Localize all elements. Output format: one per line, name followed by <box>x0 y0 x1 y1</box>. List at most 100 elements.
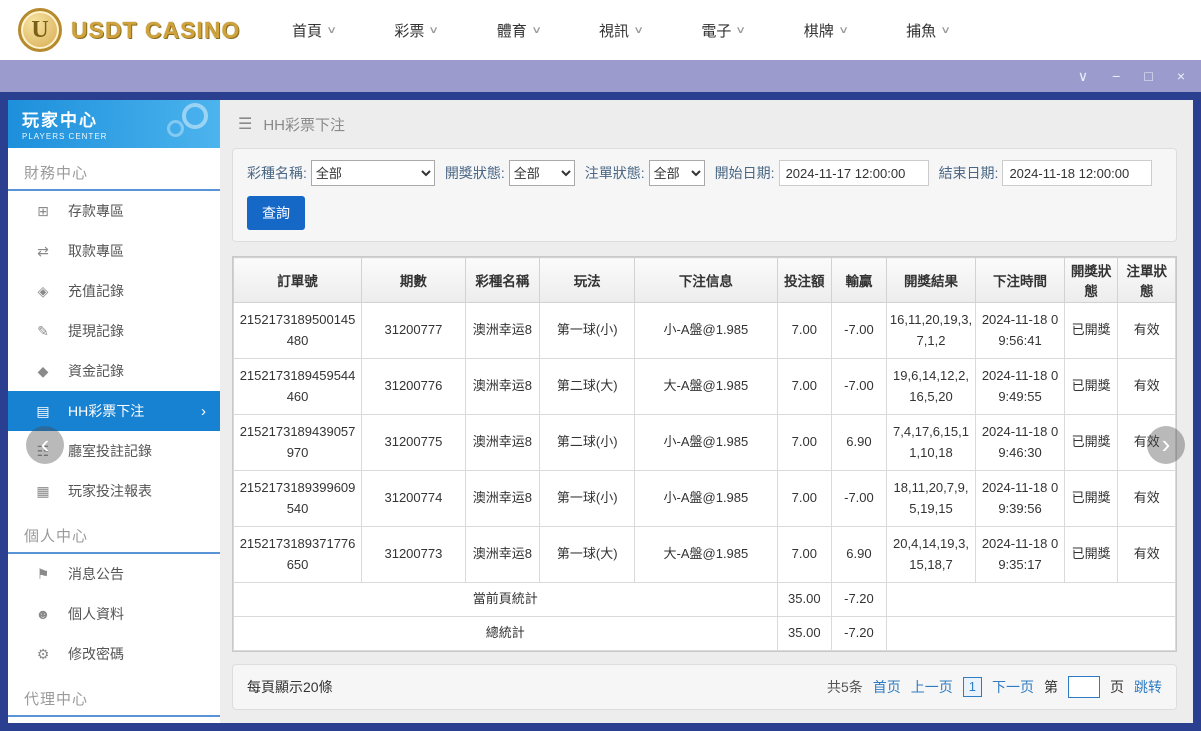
table-cell: 第一球(小) <box>539 302 636 359</box>
chevron-right-icon: › <box>201 402 206 420</box>
end-date-input[interactable] <box>1002 160 1153 186</box>
sidebar-item-announcements[interactable]: ⚑ 消息公告 <box>8 554 220 594</box>
table-cell: 7.00 <box>776 470 833 527</box>
close-icon[interactable]: × <box>1177 69 1185 83</box>
table-cell: 澳洲幸运8 <box>464 526 541 583</box>
total-stats-row: 總統計 35.00 -7.20 <box>233 616 1177 651</box>
table-cell: 2024-11-18 09:46:30 <box>975 414 1065 471</box>
table-cell: -7.00 <box>831 302 887 359</box>
page-stats-label: 當前頁統計 <box>233 582 778 617</box>
table-cell: 18,11,20,7,9,5,19,15 <box>885 470 977 527</box>
nav-item-fishing[interactable]: 捕魚 ∨ <box>906 20 952 41</box>
bet-status-select[interactable]: 全部 <box>648 160 705 186</box>
page-stats-win-loss: -7.20 <box>831 582 887 617</box>
table-cell: 31200773 <box>361 526 466 583</box>
sidebar-item-hh-lottery-bets[interactable]: ▤ HH彩票下注 › <box>8 391 220 431</box>
table-cell: 澳洲幸运8 <box>464 302 541 359</box>
section-title-agent: 代理中心 <box>8 674 220 717</box>
chevron-down-icon: ∨ <box>326 24 338 36</box>
nav-item-sports[interactable]: 體育 ∨ <box>497 20 542 41</box>
total-stats-win-loss: -7.20 <box>831 616 887 651</box>
nav-item-live-video[interactable]: 視訊 ∨ <box>599 20 645 41</box>
table-cell: 2152173189399609540 <box>232 470 363 527</box>
nav-item-home[interactable]: 首頁 ∨ <box>292 20 338 41</box>
table-cell: 2152173189459544460 <box>232 358 363 415</box>
draw-status-select[interactable]: 全部 <box>508 160 575 186</box>
first-page-link[interactable]: 首页 <box>873 677 901 697</box>
chevron-down-icon: ∨ <box>940 24 952 36</box>
menu-icon[interactable]: ☰ <box>238 114 252 134</box>
sidebar-item-recharge-record[interactable]: ◈ 充值記錄 <box>8 271 220 311</box>
page-jump-input[interactable] <box>1068 676 1100 698</box>
nav-item-slots[interactable]: 電子 ∨ <box>701 20 746 41</box>
jump-link[interactable]: 跳转 <box>1134 677 1162 697</box>
table-cell: 6.90 <box>831 526 887 583</box>
chevron-down-icon: ∨ <box>633 24 645 36</box>
start-date-input[interactable] <box>778 160 929 186</box>
filter-row: 彩種名稱: 全部 開獎狀態: 全部 注單狀態: 全部 開始日期: 結束日期: <box>247 160 1162 186</box>
nav-item-label: 捕魚 <box>906 22 937 40</box>
table-cell: 31200774 <box>361 470 466 527</box>
column-header-6: 輸贏 <box>831 257 887 303</box>
chevron-down-icon[interactable]: ∨ <box>1078 69 1088 83</box>
table-cell: 已開獎 <box>1063 526 1119 583</box>
table-cell: 2024-11-18 09:39:56 <box>975 470 1065 527</box>
pagination-bar: 每頁顯示20條 共5条 首页 上一页 1 下一页 第 页 跳转 <box>232 664 1177 710</box>
sidebar-item-deposit-zone[interactable]: ⊞ 存款專區 <box>8 191 220 231</box>
current-page-indicator[interactable]: 1 <box>962 677 982 697</box>
table-cell: 澳洲幸运8 <box>464 358 541 415</box>
total-stats-empty <box>885 616 1177 651</box>
sidebar-item-player-bet-report[interactable]: ▦ 玩家投注報表 <box>8 471 220 511</box>
sidebar-item-cashout-record[interactable]: ✎ 提現記錄 <box>8 311 220 351</box>
withdraw-zone-icon: ⇄ <box>37 242 49 259</box>
table-cell: 第二球(小) <box>539 414 636 471</box>
table-cell: 大-A盤@1.985 <box>634 526 778 583</box>
sidebar-item-label: 廳室投註記錄 <box>68 443 152 459</box>
breadcrumb: ☰ HH彩票下注 <box>232 100 1177 148</box>
sidebar-item-label: 存款專區 <box>68 203 124 219</box>
maximize-icon[interactable]: □ <box>1144 69 1152 83</box>
table-cell: 已開獎 <box>1063 302 1119 359</box>
total-count-text: 共5条 <box>826 679 863 695</box>
announcements-icon: ⚑ <box>36 565 50 582</box>
column-header-8: 下注時間 <box>975 257 1065 303</box>
table-cell: 2024-11-18 09:49:55 <box>975 358 1065 415</box>
table-cell: 2024-11-18 09:56:41 <box>975 302 1065 359</box>
sidebar-item-label: 提現記錄 <box>68 323 124 339</box>
sidebar-item-label: HH彩票下注 <box>68 403 145 419</box>
sidebar-item-withdraw-zone[interactable]: ⇄ 取款專區 <box>8 231 220 271</box>
lottery-select[interactable]: 全部 <box>310 160 435 186</box>
table-cell: 小-A盤@1.985 <box>634 414 778 471</box>
logo[interactable]: U USDT CASINO <box>18 8 250 52</box>
bets-table-card: 訂單號 期數 彩種名稱 玩法 下注信息 投注額 輸贏 開獎結果 下注時間 開獎狀態 注單狀態 215… <box>232 256 1177 652</box>
recharge-record-icon: ◈ <box>37 282 49 299</box>
nav-item-label: 彩票 <box>394 22 425 40</box>
table-cell: 2152173189439057970 <box>232 414 363 471</box>
carousel-prev-button[interactable]: ‹ <box>26 426 64 464</box>
page-stats-bet-total: 35.00 <box>776 582 833 617</box>
prev-page-link[interactable]: 上一页 <box>911 677 953 697</box>
main-content: ☰ HH彩票下注 彩種名稱: 全部 開獎狀態: 全部 注單狀態: 全部 開始日期… <box>220 100 1193 723</box>
sidebar-item-funds-record[interactable]: ◆ 資金記錄 <box>8 351 220 391</box>
arrow-right-icon: › <box>1161 428 1171 459</box>
logo-icon: U <box>18 8 62 52</box>
nav-item-lottery[interactable]: 彩票 ∨ <box>394 20 440 41</box>
section-title-personal: 個人中心 <box>8 511 220 554</box>
table-row: 2152173189399609540 31200774 澳洲幸运8 第一球(小) 小-… <box>232 470 1176 527</box>
next-page-link[interactable]: 下一页 <box>992 677 1034 697</box>
table-cell: 第一球(小) <box>539 470 636 527</box>
minimize-icon[interactable]: − <box>1112 69 1120 83</box>
table-cell: 澳洲幸运8 <box>464 470 541 527</box>
carousel-next-button[interactable]: › <box>1147 426 1185 464</box>
search-button[interactable]: 查詢 <box>247 196 305 230</box>
sidebar-item-profile[interactable]: ☻ 個人資料 <box>8 594 220 634</box>
player-bet-report-icon: ▦ <box>36 482 50 499</box>
profile-icon: ☻ <box>35 606 51 622</box>
table-row: 2152173189439057970 31200775 澳洲幸运8 第二球(小) 小-… <box>232 414 1176 471</box>
sidebar-item-change-password[interactable]: ⚙ 修改密碼 <box>8 634 220 674</box>
chevron-down-icon: ∨ <box>428 24 440 36</box>
table-cell: 7,4,17,6,15,11,10,18 <box>885 414 977 471</box>
nav-item-cards[interactable]: 棋牌 ∨ <box>804 20 849 41</box>
page-stats-empty <box>885 582 1177 617</box>
column-header-3: 玩法 <box>539 257 636 303</box>
